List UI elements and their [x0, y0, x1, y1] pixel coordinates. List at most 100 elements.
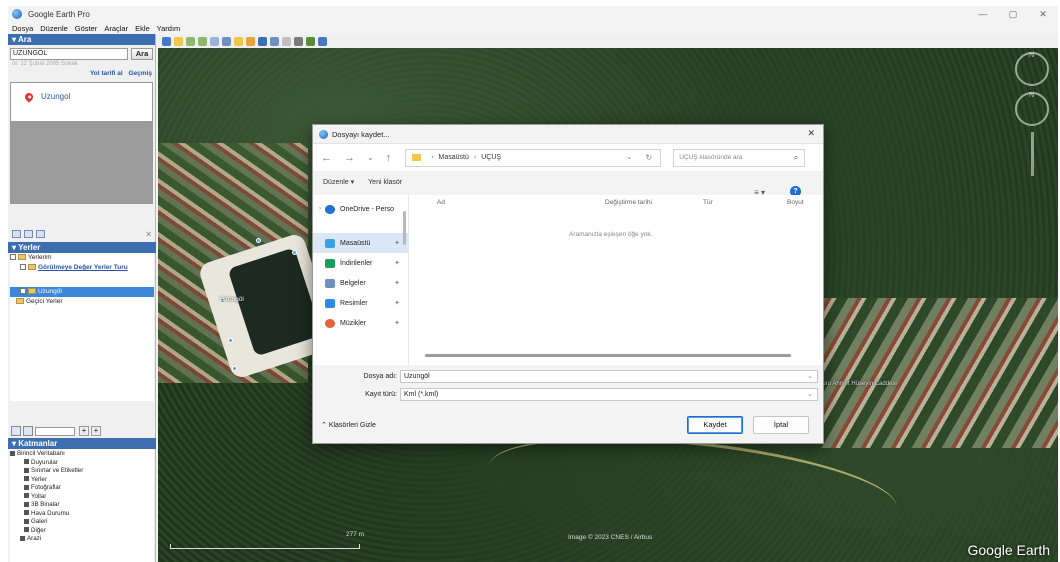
menu-edit[interactable]: Düzenle	[40, 24, 68, 33]
menu-file[interactable]: Dosya	[12, 24, 33, 33]
polygon-vertex[interactable]	[292, 250, 297, 255]
menu-view[interactable]: Göster	[75, 24, 98, 33]
move-down-icon[interactable]: +	[91, 426, 101, 436]
nav-item-onedrive[interactable]: › OneDrive - Perso	[313, 199, 408, 219]
look-joystick-icon[interactable]	[1015, 92, 1049, 126]
ruler-icon[interactable]	[270, 36, 279, 46]
address-bar[interactable]: › Masaüstü › UÇUŞ ⌄ ↻	[405, 148, 662, 167]
folder-search-input[interactable]: UÇUŞ klasöründe ara ⌕	[673, 148, 806, 167]
column-date-modified[interactable]: Değiştirme tarihi	[605, 199, 652, 206]
add-placemark-icon[interactable]	[174, 36, 183, 46]
layer-announcements[interactable]: Duyurular	[10, 459, 154, 468]
clear-results-icon[interactable]: ✕	[145, 230, 152, 239]
save-button[interactable]: Kaydet	[687, 416, 743, 434]
search-section-header[interactable]: ▾ Ara	[8, 34, 155, 45]
cancel-button[interactable]: İptal	[753, 416, 809, 434]
hide-folders-toggle[interactable]: ⌃ Klasörleri Gizle	[321, 421, 376, 429]
search-result-item[interactable]: Uzungol	[41, 92, 70, 101]
nav-item-music[interactable]: Müzikler ✦	[313, 313, 408, 333]
chevron-right-icon[interactable]: ›	[319, 206, 321, 212]
historical-imagery-icon[interactable]	[234, 36, 243, 46]
checkbox-icon[interactable]	[10, 254, 16, 261]
layer-borders-labels[interactable]: Sınırlar ve Etiketler	[10, 467, 154, 476]
layer-places[interactable]: Yerler	[10, 476, 154, 485]
column-name[interactable]: Ad	[437, 199, 445, 206]
layer-weather[interactable]: Hava Durumu	[10, 510, 154, 519]
search-icon[interactable]	[11, 426, 21, 436]
directions-link[interactable]: Yol tarifi al	[90, 70, 123, 77]
print-icon[interactable]	[294, 36, 303, 46]
nav-item-documents[interactable]: Belgeler ✦	[313, 273, 408, 293]
zoom-slider[interactable]	[1030, 132, 1034, 176]
record-tour-icon[interactable]	[222, 36, 231, 46]
maximize-button[interactable]: ▢	[998, 6, 1028, 22]
checkbox-icon[interactable]	[20, 288, 26, 295]
panel-toggle-icon[interactable]	[23, 426, 33, 436]
search-input[interactable]: UZUNGÖL	[10, 48, 128, 60]
move-up-icon[interactable]: +	[79, 426, 89, 436]
tree-item-uzungol[interactable]: Uzungöl	[10, 287, 154, 297]
new-folder-button[interactable]: Yeni klasör	[368, 179, 402, 186]
refresh-icon[interactable]: ↻	[646, 153, 653, 162]
forward-arrow-icon[interactable]: →	[344, 152, 355, 164]
polygon-vertex[interactable]	[256, 238, 261, 243]
back-arrow-icon[interactable]: ←	[321, 152, 332, 164]
nav-item-downloads[interactable]: İndirilenler ✦	[313, 253, 408, 273]
save-image-icon[interactable]	[306, 36, 315, 46]
layer-3d-buildings[interactable]: 3B Binalar	[10, 501, 154, 510]
navigation-scrollbar[interactable]	[403, 211, 406, 245]
history-link[interactable]: Geçmiş	[129, 70, 153, 77]
email-icon[interactable]	[282, 36, 291, 46]
list-view-icon[interactable]	[24, 230, 33, 238]
chevron-down-icon[interactable]: ⌄	[807, 389, 813, 400]
tree-item-my-places[interactable]: Yerlerim	[10, 253, 154, 263]
polygon-vertex[interactable]	[228, 338, 233, 343]
horizontal-scrollbar[interactable]	[425, 354, 791, 357]
layers-filter-field[interactable]	[35, 426, 75, 436]
add-polygon-icon[interactable]	[186, 36, 195, 46]
chevron-down-icon[interactable]: ⌄	[626, 153, 632, 161]
filetype-select[interactable]: Kml (*.kml) ⌄	[400, 387, 818, 401]
navigation-controls[interactable]	[1012, 52, 1052, 176]
compass-icon[interactable]	[1015, 52, 1049, 86]
add-overlay-icon[interactable]	[210, 36, 219, 46]
breadcrumb-desktop[interactable]: Masaüstü	[439, 154, 469, 161]
minimize-button[interactable]: —	[968, 6, 998, 22]
close-button[interactable]: ✕	[1028, 6, 1058, 22]
menu-add[interactable]: Ekle	[135, 24, 150, 33]
nav-item-desktop[interactable]: Masaüstü ✦	[313, 233, 408, 253]
layer-photos[interactable]: Fotoğraflar	[10, 484, 154, 493]
sidebar-toggle-icon[interactable]	[162, 36, 171, 46]
expand-panel-icon[interactable]	[12, 230, 21, 238]
checkbox-icon[interactable]	[20, 264, 26, 271]
tree-item-temporary-places[interactable]: Geçici Yerler	[10, 297, 154, 307]
layer-gallery[interactable]: Galeri	[10, 518, 154, 527]
column-type[interactable]: Tür	[703, 199, 713, 206]
places-section-header[interactable]: ▾ Yerler	[8, 242, 156, 253]
menu-help[interactable]: Yardım	[157, 24, 181, 33]
chevron-down-icon[interactable]: ⌄	[807, 371, 813, 382]
layer-primary-database[interactable]: Birincil Veritabanı	[10, 450, 154, 459]
close-icon[interactable]: ✕	[807, 128, 815, 139]
organize-button[interactable]: Düzenle ▾	[323, 178, 354, 186]
chevron-down-icon[interactable]: ⌄	[367, 153, 374, 162]
layers-section-header[interactable]: ▾ Katmanlar	[8, 438, 156, 449]
add-path-icon[interactable]	[198, 36, 207, 46]
print-icon[interactable]	[36, 230, 45, 238]
layer-terrain[interactable]: Arazi	[10, 535, 154, 544]
menu-tools[interactable]: Araçlar	[104, 24, 128, 33]
breadcrumb-ucus[interactable]: UÇUŞ	[481, 154, 501, 161]
file-list[interactable]: Ad Değiştirme tarihi Tür Boyut Aramanızl…	[409, 195, 823, 365]
planet-switch-icon[interactable]	[258, 36, 267, 46]
polygon-vertex[interactable]	[232, 366, 237, 371]
google-maps-icon[interactable]	[318, 36, 327, 46]
nav-item-pictures[interactable]: Resimler ✦	[313, 293, 408, 313]
layer-roads[interactable]: Yollar	[10, 493, 154, 502]
search-button[interactable]: Ara	[131, 48, 153, 60]
map-place-label[interactable]: Uzungöl	[220, 296, 244, 303]
tree-item-sightseeing-tour[interactable]: Görülmeye Değer Yerler Turu	[10, 263, 154, 273]
layer-more[interactable]: Diğer	[10, 527, 154, 536]
filename-input[interactable]: Uzungöl ⌄	[400, 369, 818, 383]
column-size[interactable]: Boyut	[787, 199, 804, 206]
sunlight-icon[interactable]	[246, 36, 255, 46]
